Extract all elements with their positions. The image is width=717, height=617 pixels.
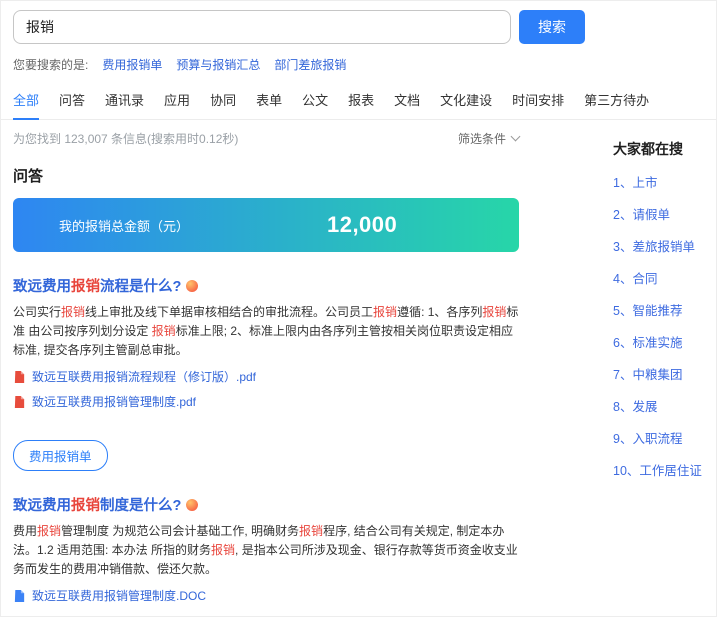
- meta-row: 为您找到 123,007 条信息(搜索用时0.12秒) 筛选条件: [13, 130, 519, 147]
- tab-协同[interactable]: 协同: [210, 83, 236, 119]
- tab-公文[interactable]: 公文: [302, 83, 328, 119]
- hot-search-list: 1、上市 2、请假单 3、差旅报销单 4、合同 5、智能推荐 6、标准实施 7、中粮集团 8、…: [613, 172, 715, 479]
- qa-section-title: 问答: [13, 165, 519, 186]
- hot-search-item[interactable]: 4、合同: [613, 268, 715, 287]
- tabs: 全部问答通讯录应用协同表单公文报表文档文化建设时间安排第三方待办: [1, 83, 716, 120]
- banner-amount: 12,000: [327, 212, 397, 238]
- reimbursement-summary-banner: 我的报销总金额（元） 12,000: [13, 198, 519, 252]
- attachment-name: 致远互联费用报销管理制度.pdf: [32, 393, 196, 410]
- hot-badge-icon: [186, 499, 198, 511]
- tab-第三方待办[interactable]: 第三方待办: [584, 83, 649, 119]
- hot-search-item[interactable]: 5、智能推荐: [613, 300, 715, 319]
- tab-表单[interactable]: 表单: [256, 83, 282, 119]
- highlighted-keyword: 报销: [482, 305, 506, 319]
- suggestion-row: 您要搜索的是: 费用报销单预算与报销汇总部门差旅报销: [1, 44, 716, 73]
- qa-results: 致远费用报销流程是什么? 公司实行报销线上审批及线下单据审核相结合的审批流程。公司…: [13, 275, 519, 617]
- hot-search-item[interactable]: 6、标准实施: [613, 332, 715, 351]
- highlighted-keyword: 报销: [71, 498, 100, 514]
- hot-search-item[interactable]: 1、上市: [613, 172, 715, 191]
- result-count: 为您找到 123,007 条信息(搜索用时0.12秒): [13, 130, 238, 147]
- result-title-link[interactable]: 致远费用报销流程是什么?: [13, 275, 198, 296]
- highlighted-keyword: 报销: [211, 543, 235, 557]
- highlighted-keyword: 报销: [61, 305, 85, 319]
- suggestion-link[interactable]: 部门差旅报销: [274, 56, 346, 73]
- result-snippet: 公司实行报销线上审批及线下单据审核相结合的审批流程。公司员工报销遵循: 1、各序…: [13, 303, 519, 360]
- suggestion-links: 费用报销单预算与报销汇总部门差旅报销: [102, 56, 346, 73]
- result-title-link[interactable]: 致远费用报销制度是什么?: [13, 494, 198, 515]
- hot-search-item[interactable]: 7、中粮集团: [613, 364, 715, 383]
- highlighted-keyword: 报销: [373, 305, 397, 319]
- attachment-link[interactable]: 致远互联费用报销管理制度.pdf: [13, 393, 196, 410]
- filter-toggle[interactable]: 筛选条件: [458, 130, 519, 147]
- hot-search-item[interactable]: 10、工作居住证: [613, 460, 715, 479]
- attachment-name: 致远互联费用报销流程规程（修订版）.pdf: [32, 368, 256, 385]
- pdf-file-icon: [13, 370, 26, 384]
- main-column: 为您找到 123,007 条信息(搜索用时0.12秒) 筛选条件 问答 我的报销…: [13, 130, 519, 617]
- result-action-button[interactable]: 费用报销单: [13, 440, 108, 471]
- suggestion-link[interactable]: 费用报销单: [102, 56, 162, 73]
- highlighted-keyword: 报销: [37, 524, 61, 538]
- hot-search-item[interactable]: 8、发展: [613, 396, 715, 415]
- tab-时间安排[interactable]: 时间安排: [512, 83, 564, 119]
- suggestion-link[interactable]: 预算与报销汇总: [176, 56, 260, 73]
- tab-全部[interactable]: 全部: [13, 83, 39, 120]
- search-results-page: 搜索 您要搜索的是: 费用报销单预算与报销汇总部门差旅报销 全部问答通讯录应用协…: [0, 0, 717, 617]
- filter-label: 筛选条件: [458, 130, 506, 147]
- hot-badge-icon: [186, 280, 198, 292]
- hot-search-item[interactable]: 2、请假单: [613, 204, 715, 223]
- qa-result: 致远费用报销制度是什么? 费用报销管理制度 为规范公司会计基础工作, 明确财务报销…: [13, 494, 519, 604]
- hot-search-title: 大家都在搜: [613, 139, 715, 159]
- tab-问答[interactable]: 问答: [59, 83, 85, 119]
- doc-file-icon: [13, 589, 26, 603]
- attachment-name: 致远互联费用报销管理制度.DOC: [32, 587, 206, 604]
- attachment-link[interactable]: 致远互联费用报销管理制度.DOC: [13, 587, 206, 604]
- highlighted-keyword: 报销: [152, 324, 176, 338]
- hot-search-item[interactable]: 9、入职流程: [613, 428, 715, 447]
- suggestion-label: 您要搜索的是:: [13, 56, 88, 73]
- tab-文化建设[interactable]: 文化建设: [440, 83, 492, 119]
- highlighted-keyword: 报销: [299, 524, 323, 538]
- pdf-file-icon: [13, 395, 26, 409]
- result-snippet: 费用报销管理制度 为规范公司会计基础工作, 明确财务报销程序, 结合公司有关规定…: [13, 522, 519, 579]
- highlighted-keyword: 报销: [71, 279, 100, 295]
- banner-label: 我的报销总金额（元）: [59, 216, 189, 235]
- tab-文档[interactable]: 文档: [394, 83, 420, 119]
- hot-search-panel: 大家都在搜 1、上市 2、请假单 3、差旅报销单 4、合同 5、智能推荐 6、标准实施 7、…: [613, 139, 715, 479]
- tab-通讯录[interactable]: 通讯录: [105, 83, 144, 119]
- tab-应用[interactable]: 应用: [164, 83, 190, 119]
- attachment-link[interactable]: 致远互联费用报销流程规程（修订版）.pdf: [13, 368, 256, 385]
- tab-报表[interactable]: 报表: [348, 83, 374, 119]
- search-button[interactable]: 搜索: [519, 10, 585, 44]
- chevron-down-icon: [511, 132, 521, 142]
- hot-search-item[interactable]: 3、差旅报销单: [613, 236, 715, 255]
- qa-result: 致远费用报销流程是什么? 公司实行报销线上审批及线下单据审核相结合的审批流程。公司…: [13, 275, 519, 471]
- search-input[interactable]: [13, 10, 511, 44]
- search-bar: 搜索: [1, 1, 716, 44]
